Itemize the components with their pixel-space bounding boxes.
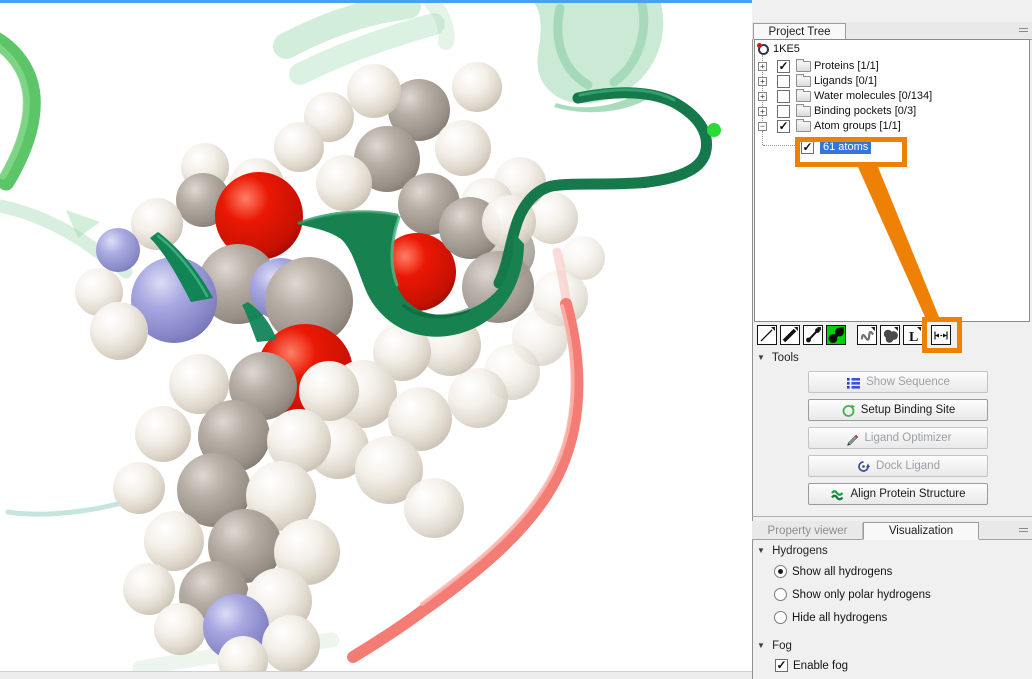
- radio-label[interactable]: Show only polar hydrogens: [792, 589, 931, 601]
- atom-sphere: [274, 122, 324, 172]
- expander-pockets[interactable]: +: [758, 107, 767, 116]
- atom-sphere: [404, 478, 464, 538]
- button-label: Align Protein Structure: [850, 488, 965, 500]
- button-label: Dock Ligand: [876, 460, 940, 472]
- atom-sphere: [154, 603, 206, 655]
- panel-header[interactable]: Project Settings: [752, 0, 1032, 23]
- atom-sphere: [113, 462, 165, 514]
- stick-icon[interactable]: [780, 325, 800, 345]
- expander-proteins[interactable]: +: [758, 62, 767, 71]
- dock-icon: [856, 459, 871, 474]
- atom-sphere: [316, 155, 372, 211]
- radio-show-only-polar-hydrogens[interactable]: [774, 588, 787, 601]
- tree-root-label[interactable]: 1KE5: [773, 43, 800, 55]
- fog-title: Fog: [772, 640, 792, 652]
- chevron-down-icon: ▼: [757, 641, 765, 650]
- spacefill-icon[interactable]: [826, 325, 846, 345]
- radio-hide-all-hydrogens[interactable]: [774, 611, 787, 624]
- folder-icon: [796, 91, 811, 102]
- expander-ligands[interactable]: +: [758, 77, 767, 86]
- sequence-icon: [846, 375, 861, 390]
- molecule-viewport[interactable]: [0, 0, 752, 679]
- hydrogens-title: Hydrogens: [772, 545, 828, 557]
- surface-icon[interactable]: [880, 325, 900, 345]
- checkbox-proteins[interactable]: ✓: [777, 60, 790, 73]
- checkbox-atom-groups[interactable]: ✓: [777, 120, 790, 133]
- align-icon: [830, 487, 845, 502]
- radio-label[interactable]: Hide all hydrogens: [792, 612, 887, 624]
- fog-section-header[interactable]: ▼ Fog: [757, 640, 792, 652]
- tree-item-water[interactable]: Water molecules [0/134]: [814, 90, 932, 102]
- atom-sphere: [135, 406, 191, 462]
- tree-tab-bar: Project Tree: [752, 22, 1032, 40]
- tree-guide-line: [763, 145, 799, 146]
- annotation-box-measure-icon: [922, 317, 962, 353]
- align-protein-structure-button[interactable]: Align Protein Structure: [808, 483, 988, 505]
- checkbox-pockets[interactable]: [777, 105, 790, 118]
- atom-sphere: [347, 64, 401, 118]
- checkbox-water[interactable]: [777, 90, 790, 103]
- tab-project-tree[interactable]: Project Tree: [753, 23, 846, 40]
- panel-divider: [752, 516, 1032, 517]
- setup-binding-site-button[interactable]: Setup Binding Site: [808, 399, 988, 421]
- optimizer-icon: [845, 431, 860, 446]
- atom-sphere: [452, 62, 502, 112]
- folder-icon: [796, 76, 811, 87]
- show-sequence-button[interactable]: Show Sequence: [808, 371, 988, 393]
- atom-sphere: [435, 120, 491, 176]
- atom-sphere: [448, 368, 508, 428]
- annotation-box-atom-group: [795, 137, 907, 167]
- tree-item-proteins[interactable]: Proteins [1/1]: [814, 60, 879, 72]
- viewer-bottom-edge: [0, 671, 752, 679]
- radio-label[interactable]: Show all hydrogens: [792, 566, 892, 578]
- folder-icon: [796, 61, 811, 72]
- chevron-down-icon: ▼: [757, 546, 765, 555]
- atom-sphere: [262, 615, 320, 673]
- panel-handle-icon[interactable]: [1019, 528, 1028, 533]
- chevron-down-icon: ▼: [757, 353, 765, 362]
- backbone-icon[interactable]: [857, 325, 877, 345]
- button-label: Ligand Optimizer: [865, 432, 952, 444]
- hydrogens-section-header[interactable]: ▼ Hydrogens: [757, 545, 828, 557]
- expander-atom-groups[interactable]: −: [758, 122, 767, 131]
- application-window: Project Settings Project Tree 1KE5 + ✓ P…: [0, 0, 1032, 679]
- dock-ligand-button[interactable]: Dock Ligand: [808, 455, 988, 477]
- tab-property-viewer[interactable]: Property viewer: [753, 523, 863, 540]
- tree-item-pockets[interactable]: Binding pockets [0/3]: [814, 105, 916, 117]
- button-label: Setup Binding Site: [861, 404, 956, 416]
- radio-show-all-hydrogens[interactable]: [774, 565, 787, 578]
- structure-project-icon: [758, 44, 769, 55]
- panel-handle-icon[interactable]: [1019, 28, 1028, 33]
- ball-and-stick-icon[interactable]: [803, 325, 823, 345]
- tree-item-ligands[interactable]: Ligands [0/1]: [814, 75, 877, 87]
- checkbox-enable-fog[interactable]: ✓: [775, 659, 788, 672]
- atom-sphere: [90, 302, 148, 360]
- tree-guide-line: [762, 131, 763, 145]
- bottom-tab-bar: Property viewer Visualization: [752, 521, 1032, 540]
- expander-water[interactable]: +: [758, 92, 767, 101]
- binding-site-icon: [841, 403, 856, 418]
- spacefill-atoms: [75, 62, 605, 679]
- atom-sphere: [96, 228, 140, 272]
- ligand-optimizer-button[interactable]: Ligand Optimizer: [808, 427, 988, 449]
- button-label: Show Sequence: [866, 376, 950, 388]
- tree-item-atom-groups[interactable]: Atom groups [1/1]: [814, 120, 901, 132]
- checkbox-label[interactable]: Enable fog: [793, 660, 848, 672]
- tools-section-header[interactable]: ▼ Tools: [757, 352, 799, 364]
- atom-sphere: [144, 511, 204, 571]
- svg-text:L: L: [909, 330, 918, 344]
- wireframe-icon[interactable]: [757, 325, 777, 345]
- folder-icon: [796, 121, 811, 132]
- labels-icon[interactable]: L: [903, 325, 923, 345]
- folder-icon: [796, 106, 811, 117]
- tab-visualization[interactable]: Visualization: [863, 522, 979, 540]
- checkbox-ligands[interactable]: [777, 75, 790, 88]
- viewer-focus-line: [0, 0, 752, 3]
- tools-title: Tools: [772, 352, 799, 364]
